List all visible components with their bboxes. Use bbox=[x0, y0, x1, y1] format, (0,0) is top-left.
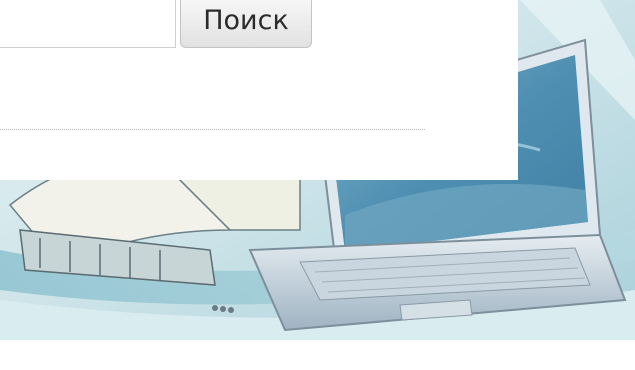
banner-bottom-strip bbox=[0, 340, 635, 370]
search-input[interactable] bbox=[0, 0, 176, 48]
search-panel: Поиск bbox=[0, 0, 518, 180]
search-button[interactable]: Поиск bbox=[180, 0, 312, 48]
dotted-divider bbox=[0, 129, 425, 130]
